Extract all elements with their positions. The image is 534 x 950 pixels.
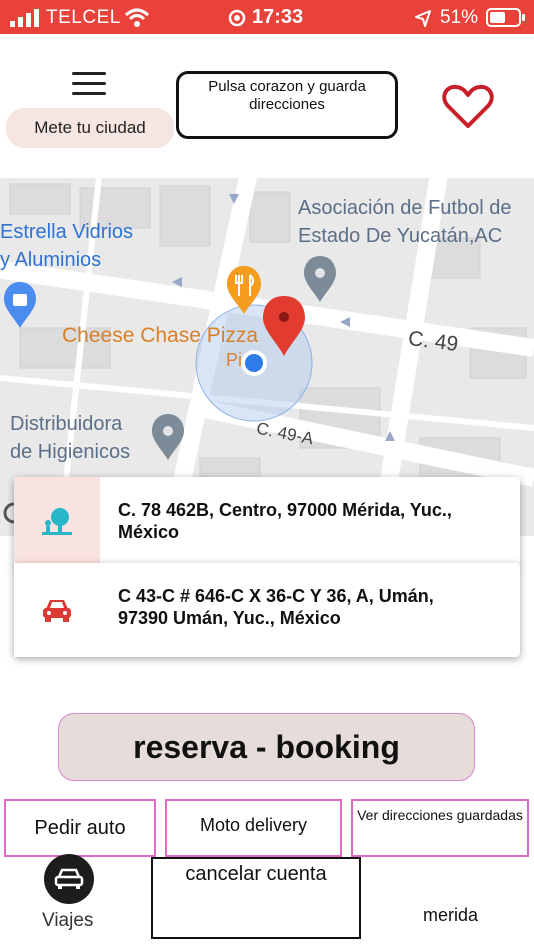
battery-icon xyxy=(486,8,525,27)
viajes-car-icon xyxy=(54,868,84,889)
tree-icon xyxy=(42,508,72,535)
destination-card[interactable]: C 43-C # 646-C X 36-C Y 36, A, Umán, 973… xyxy=(14,563,520,657)
place-label-line: Estado De Yucatán,AC xyxy=(298,225,503,247)
alarm-icon xyxy=(228,9,246,27)
cancel-account-button[interactable]: cancelar cuenta xyxy=(151,857,361,939)
city-button[interactable]: Mete tu ciudad xyxy=(6,108,174,148)
heart-icon[interactable] xyxy=(442,84,494,130)
battery-percent: 51% xyxy=(440,7,479,28)
hint-box: Pulsa corazon y guarda direcciones xyxy=(176,71,398,139)
place-label-line: Estrella Vidrios xyxy=(0,221,134,243)
viajes-label: Viajes xyxy=(42,910,94,931)
tab-moto-delivery[interactable]: Moto delivery xyxy=(165,799,342,857)
tab-pedir-auto[interactable]: Pedir auto xyxy=(4,799,156,857)
location-arrow-icon xyxy=(415,10,431,27)
destination-address: C 43-C # 646-C X 36-C Y 36, A, Umán, 973… xyxy=(118,586,434,628)
origin-address: C. 78 462B, Centro, 97000 Mérida, Yuc., … xyxy=(118,500,452,542)
place-label-distribuidora: Distribuidora de Higienicos xyxy=(10,410,130,466)
origin-card[interactable]: C. 78 462B, Centro, 97000 Mérida, Yuc., … xyxy=(14,477,520,567)
place-label-line: Asociación de Futbol de xyxy=(298,197,512,219)
status-bar: TELCEL 17:33 51% xyxy=(0,0,534,34)
clock: 17:33 xyxy=(252,6,304,28)
city-label: merida xyxy=(423,905,479,925)
place-label-line: de Higienicos xyxy=(10,441,131,463)
car-icon xyxy=(43,600,71,622)
hamburger-menu-icon[interactable] xyxy=(72,72,106,102)
carrier-name: TELCEL xyxy=(46,7,121,28)
booking-button[interactable]: reserva - booking xyxy=(58,713,475,781)
origin-icon-box xyxy=(14,477,100,567)
place-label-asociacion: Asociación de Futbol de Estado De Yucatá… xyxy=(298,194,511,250)
place-label-line: y Aluminios xyxy=(0,249,102,271)
place-label-line: Distribuidora xyxy=(10,413,123,435)
wifi-icon xyxy=(124,8,150,27)
signal-icon xyxy=(10,9,39,27)
tab-ver-direcciones[interactable]: Ver direcciones guardadas xyxy=(351,799,529,857)
viajes-button[interactable] xyxy=(44,854,94,904)
place-label-pi: Pi xyxy=(226,350,243,370)
destination-icon-box xyxy=(14,563,100,657)
place-label-cheese: Cheese Chase Pizza xyxy=(62,324,259,347)
place-label-estrella: Estrella Vidrios y Aluminios xyxy=(0,218,133,274)
